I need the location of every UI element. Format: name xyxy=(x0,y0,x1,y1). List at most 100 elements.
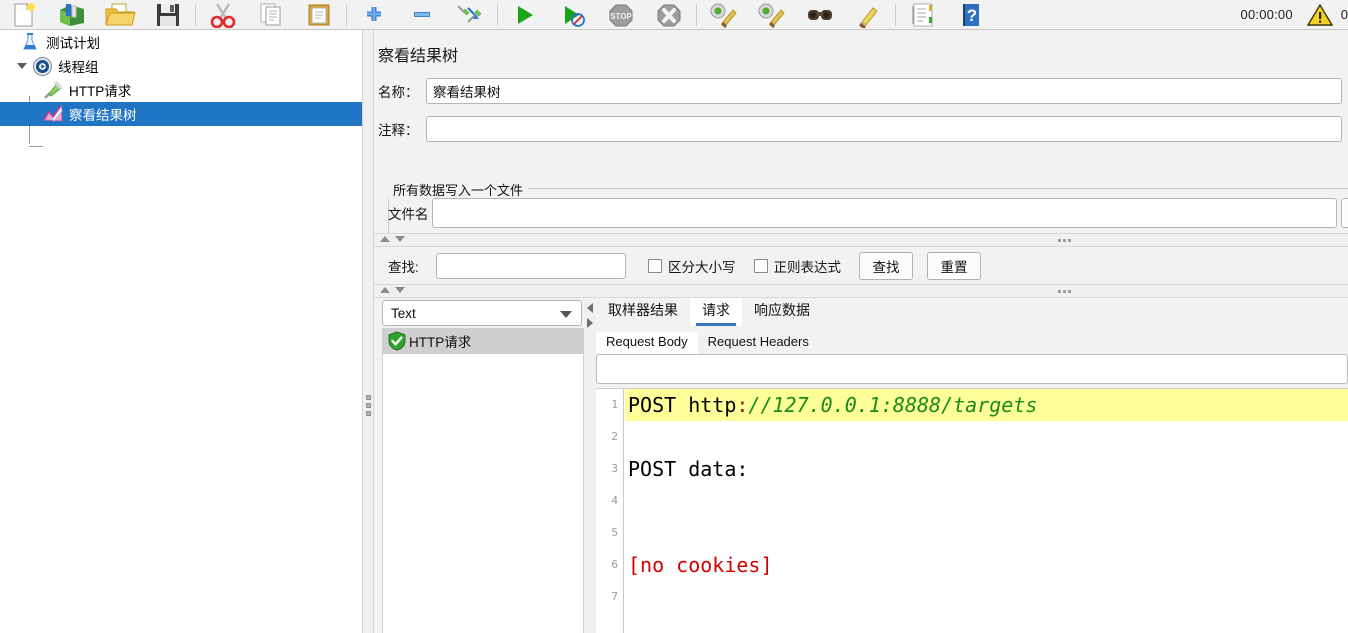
editor-code-area[interactable]: POST http://127.0.0.1:8888/targets POST … xyxy=(625,389,1348,633)
chevron-down-icon[interactable] xyxy=(395,236,405,242)
clear-button[interactable] xyxy=(700,1,748,29)
comment-input[interactable] xyxy=(426,116,1342,142)
group-border-line xyxy=(513,188,1348,189)
editor-search-input[interactable] xyxy=(596,354,1348,384)
filename-label: 文件名 xyxy=(388,207,429,222)
results-list[interactable]: HTTP请求 xyxy=(382,328,584,633)
renderer-select[interactable]: Text xyxy=(382,300,582,326)
chevron-down-icon[interactable] xyxy=(395,287,405,293)
tree-item-http-request[interactable]: HTTP请求 xyxy=(0,78,362,102)
chevron-left-icon[interactable] xyxy=(587,303,593,313)
start-button[interactable] xyxy=(501,1,549,29)
open-button[interactable] xyxy=(96,1,144,29)
renderer-select-value: Text xyxy=(391,305,416,321)
name-row: 名称： 察看结果树 xyxy=(378,78,1346,104)
comment-row: 注释： xyxy=(378,116,1346,142)
editor-token: //127.0.0.1:8888/targets xyxy=(748,393,1038,417)
new-button[interactable] xyxy=(0,1,48,29)
request-sub-tabs: Request Body Request Headers xyxy=(596,328,819,354)
tab-request-body[interactable]: Request Body xyxy=(596,332,698,354)
regex-option[interactable]: 正则表达式 xyxy=(753,256,842,276)
warning-indicator[interactable] xyxy=(1306,3,1333,27)
toolbar-separator xyxy=(696,3,697,26)
main-splitter[interactable] xyxy=(362,30,374,633)
function-helper-button[interactable] xyxy=(899,1,947,29)
tree-expand-toggle-icon[interactable] xyxy=(14,54,30,78)
editor-line: POST http://127.0.0.1:8888/targets xyxy=(625,389,1348,421)
filename-input[interactable] xyxy=(432,198,1337,228)
top-horizontal-splitter[interactable] xyxy=(374,233,1348,247)
tree-connector xyxy=(29,146,43,147)
reset-search-button[interactable] xyxy=(844,1,892,29)
results-splitter[interactable] xyxy=(584,298,596,633)
name-label: 名称： xyxy=(378,85,419,100)
splitter-grip[interactable] xyxy=(1058,239,1071,242)
splitter-collapse-arrows[interactable] xyxy=(380,236,405,242)
splitter-grip[interactable] xyxy=(1058,290,1071,293)
tab-sampler-result[interactable]: 取样器结果 xyxy=(596,298,690,326)
templates-button[interactable] xyxy=(48,1,96,29)
toolbar-separator xyxy=(895,3,896,26)
case-sensitive-option[interactable]: 区分大小写 xyxy=(648,256,736,276)
result-entry-label: HTTP请求 xyxy=(409,335,472,350)
shutdown-button[interactable] xyxy=(645,1,693,29)
editor-token: [no cookies] xyxy=(628,553,773,577)
page-title: 察看结果树 xyxy=(378,48,459,65)
name-input[interactable]: 察看结果树 xyxy=(426,78,1342,104)
bottom-horizontal-splitter[interactable] xyxy=(374,284,1348,298)
chevron-up-icon[interactable] xyxy=(380,287,390,293)
tab-request[interactable]: 请求 xyxy=(690,298,742,326)
tree-item-test-plan[interactable]: 测试计划 xyxy=(0,30,362,54)
comment-label: 注释： xyxy=(378,123,419,138)
line-number: 3 xyxy=(611,462,618,475)
line-number: 1 xyxy=(611,398,618,411)
editor-token: POST http xyxy=(628,393,737,417)
save-button[interactable] xyxy=(144,1,192,29)
collapse-button[interactable] xyxy=(398,1,446,29)
clear-all-button[interactable] xyxy=(748,1,796,29)
chevron-down-icon[interactable] xyxy=(560,311,572,318)
request-body-editor[interactable]: 1 2 3 4 5 6 7 POST http://127.0.0.1:8888… xyxy=(596,388,1348,633)
line-number: 7 xyxy=(611,590,618,603)
case-sensitive-checkbox[interactable] xyxy=(648,259,662,273)
tree-item-view-results-tree[interactable]: 察看结果树 xyxy=(0,102,362,126)
toggle-button[interactable] xyxy=(446,1,494,29)
find-button[interactable]: 查找 xyxy=(859,252,913,280)
copy-button[interactable] xyxy=(247,1,295,29)
tab-request-headers[interactable]: Request Headers xyxy=(698,332,819,354)
regex-checkbox[interactable] xyxy=(753,259,768,273)
editor-line: [no cookies] xyxy=(625,549,1348,581)
toolbar-separator xyxy=(346,3,347,26)
test-plan-tree[interactable]: 测试计划 线程组 HTTP请求 察看结果树 xyxy=(0,30,362,633)
result-entry-http-request[interactable]: HTTP请求 xyxy=(383,328,583,354)
search-button[interactable] xyxy=(796,1,844,29)
help-button[interactable]: ? xyxy=(947,1,995,29)
splitter-grip[interactable] xyxy=(366,395,371,416)
paste-button[interactable] xyxy=(295,1,343,29)
start-no-pauses-button[interactable] xyxy=(549,1,597,29)
tree-toggle[interactable] xyxy=(2,30,18,54)
svg-text:STOP: STOP xyxy=(610,12,632,21)
splitter-collapse-arrows[interactable] xyxy=(380,287,405,293)
toolbar-separator xyxy=(195,3,196,26)
reset-button[interactable]: 重置 xyxy=(927,252,981,280)
find-input[interactable] xyxy=(436,253,626,279)
success-shield-icon xyxy=(387,331,407,354)
cut-button[interactable] xyxy=(199,1,247,29)
expand-button[interactable] xyxy=(350,1,398,29)
regex-label: 正则表达式 xyxy=(773,260,842,275)
line-number: 6 xyxy=(611,558,618,571)
editor-token: : xyxy=(736,393,749,417)
result-detail-tabs-area: 取样器结果 请求 响应数据 Request Body Request Heade… xyxy=(596,298,1348,633)
browse-button[interactable] xyxy=(1341,198,1348,228)
chevron-up-icon[interactable] xyxy=(380,236,390,242)
thread-group-icon xyxy=(30,54,54,78)
stop-button[interactable]: STOP xyxy=(597,1,645,29)
result-main-tabs: 取样器结果 请求 响应数据 xyxy=(596,298,822,326)
tree-item-thread-group[interactable]: 线程组 xyxy=(0,54,362,78)
tree-item-label: 察看结果树 xyxy=(69,108,137,123)
tab-response-data[interactable]: 响应数据 xyxy=(742,298,822,326)
chevron-right-icon[interactable] xyxy=(587,318,593,328)
